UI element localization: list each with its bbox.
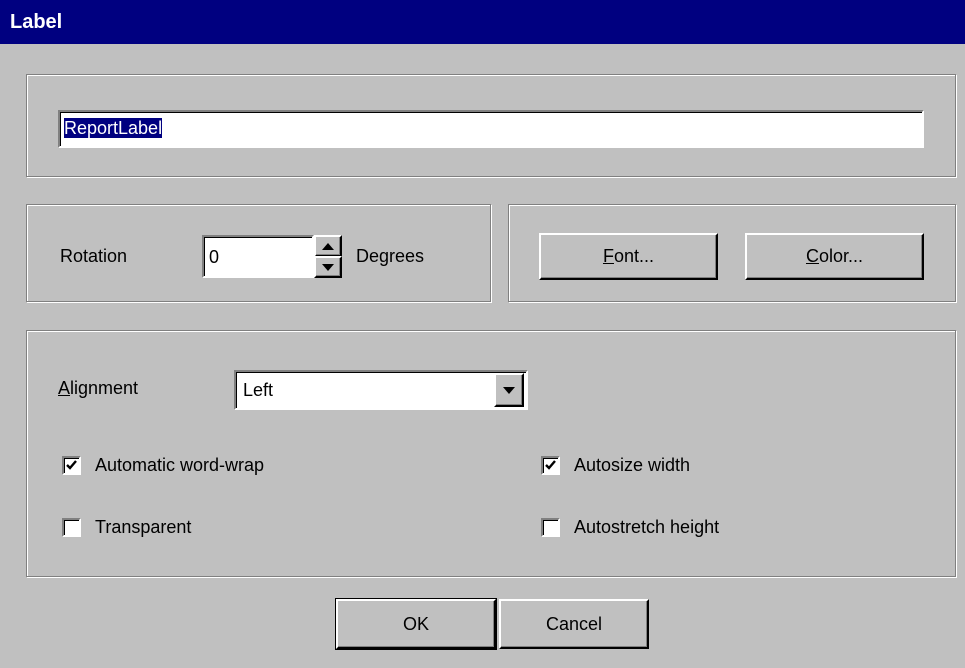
alignment-mnemonic: A	[58, 378, 71, 398]
alignment-select[interactable]: Left	[234, 370, 528, 410]
cancel-label: Cancel	[545, 613, 603, 634]
autostretch-height-checkbox[interactable]	[541, 518, 560, 537]
options-group	[26, 330, 956, 577]
word-wrap-label: Automatic word-wrap	[95, 455, 265, 475]
alignment-value: Left	[243, 380, 274, 400]
label-name-input[interactable]: ReportLabel	[58, 110, 924, 148]
word-wrap-checkbox[interactable]	[62, 456, 81, 475]
window-title: Label	[10, 11, 63, 33]
title-bar: Label	[0, 0, 965, 44]
spin-down-button[interactable]	[314, 256, 342, 278]
rotation-value: 0	[209, 247, 220, 267]
alignment-dropdown-button[interactable]	[494, 373, 524, 407]
arrow-up-icon	[322, 242, 334, 250]
autosize-width-checkbox[interactable]	[541, 456, 560, 475]
font-button[interactable]: Font...	[539, 233, 718, 280]
chevron-down-icon	[503, 386, 515, 394]
autosize-width-label: Autosize width	[574, 455, 691, 475]
rotation-unit: Degrees	[356, 246, 425, 266]
checkmark-icon	[545, 460, 556, 470]
spin-up-button[interactable]	[314, 235, 342, 257]
alignment-label-rest: lignment	[70, 378, 139, 398]
color-mnemonic: C	[805, 246, 819, 266]
checkmark-icon	[66, 460, 77, 470]
rotation-input[interactable]: 0	[202, 235, 314, 278]
color-button[interactable]: Color...	[745, 233, 924, 280]
font-button-label: ont...	[613, 246, 655, 266]
color-button-label: olor...	[818, 246, 864, 266]
cancel-button[interactable]: Cancel	[499, 599, 649, 649]
transparent-label: Transparent	[95, 517, 192, 537]
autostretch-height-label: Autostretch height	[574, 517, 720, 537]
label-name-value: ReportLabel	[64, 118, 163, 138]
rotation-spinner[interactable]	[314, 235, 342, 278]
transparent-checkbox[interactable]	[62, 518, 81, 537]
rotation-label: Rotation	[60, 246, 128, 266]
arrow-down-icon	[322, 263, 334, 271]
ok-button[interactable]: OK	[335, 598, 497, 650]
alignment-label: Alignment	[58, 378, 138, 399]
font-mnemonic: F	[602, 246, 614, 266]
ok-label: OK	[402, 613, 429, 634]
